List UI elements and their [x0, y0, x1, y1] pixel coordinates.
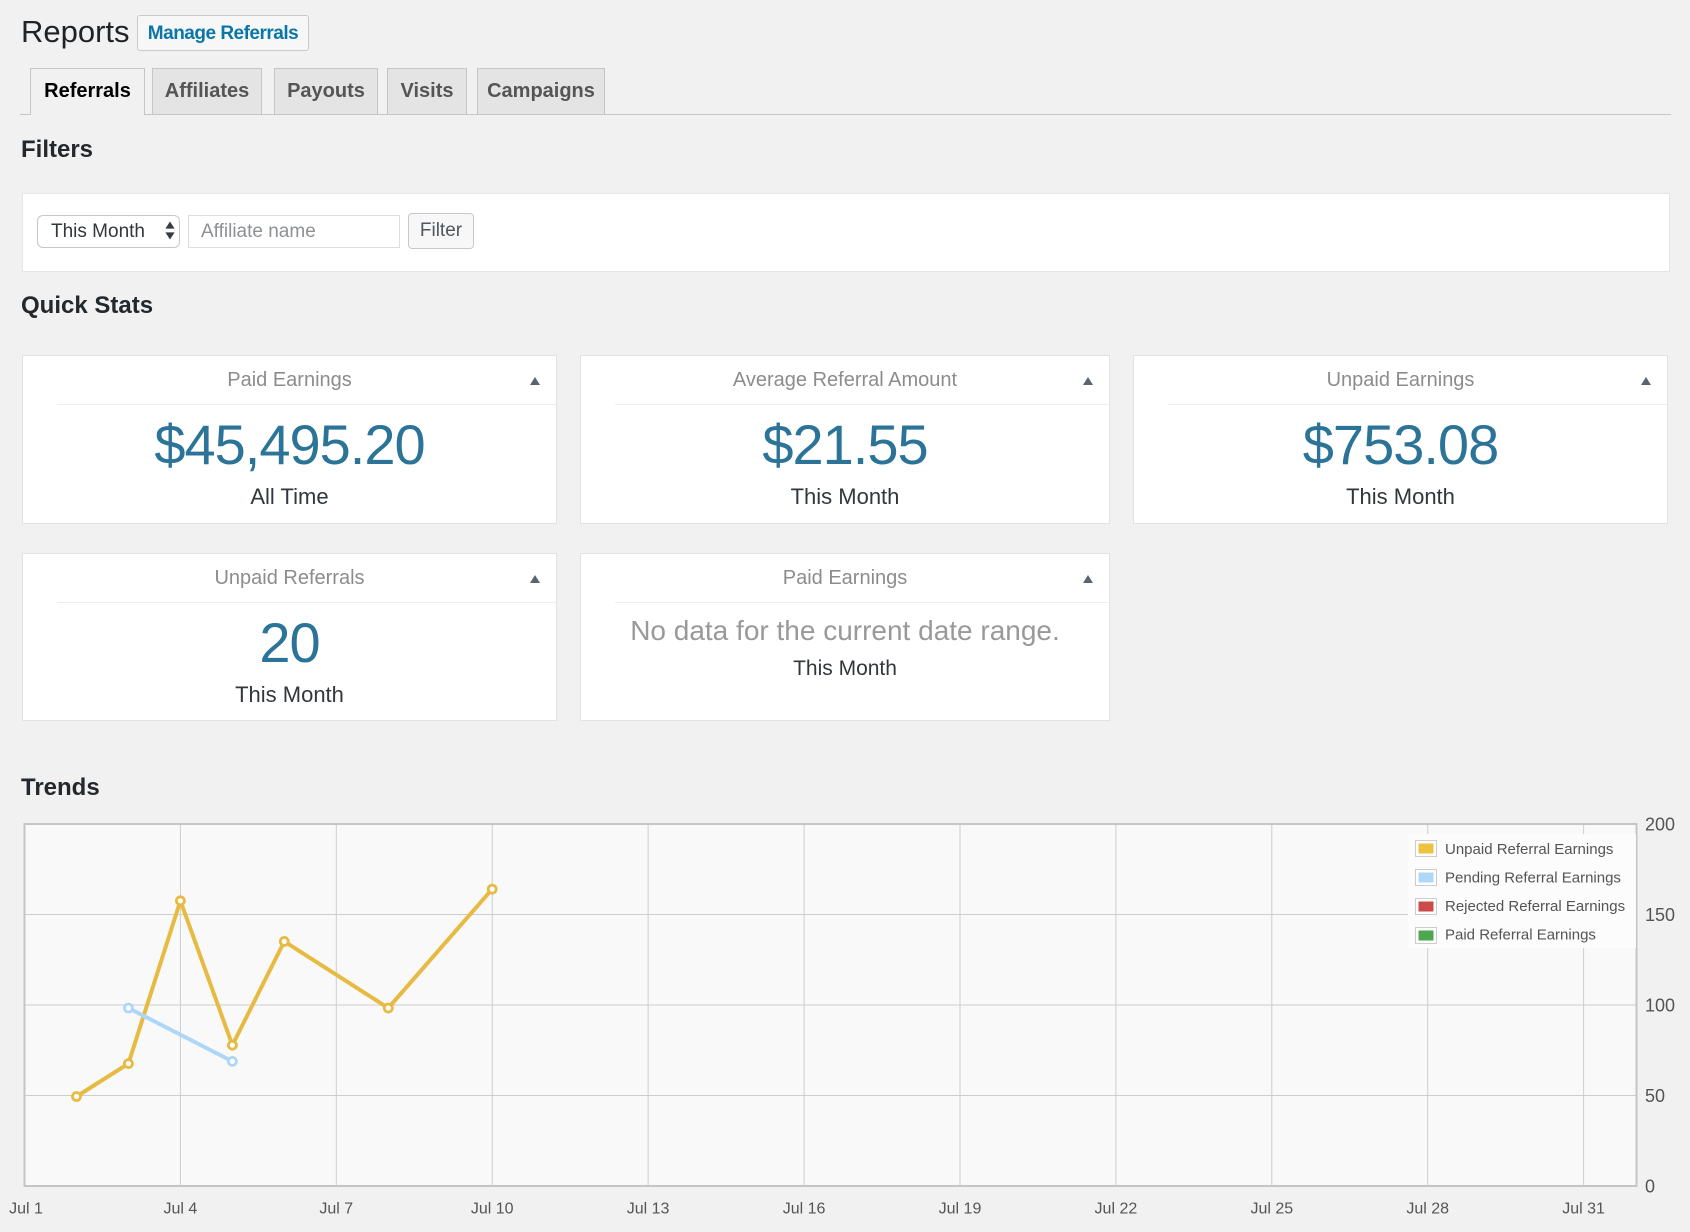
svg-text:Paid Referral Earnings: Paid Referral Earnings	[1445, 927, 1596, 944]
svg-text:Jul 13: Jul 13	[627, 1201, 670, 1218]
svg-text:Jul 10: Jul 10	[471, 1201, 514, 1218]
svg-text:100: 100	[1645, 996, 1675, 1016]
svg-text:150: 150	[1645, 905, 1675, 925]
svg-text:Jul 1: Jul 1	[9, 1201, 43, 1218]
svg-text:0: 0	[1645, 1177, 1655, 1197]
svg-text:Jul 31: Jul 31	[1562, 1201, 1605, 1218]
svg-text:Jul 28: Jul 28	[1406, 1201, 1449, 1218]
svg-text:Jul 22: Jul 22	[1095, 1201, 1138, 1218]
svg-text:50: 50	[1645, 1086, 1665, 1106]
svg-text:Jul 16: Jul 16	[783, 1201, 826, 1218]
svg-text:Jul 19: Jul 19	[939, 1201, 982, 1218]
svg-text:Jul 25: Jul 25	[1250, 1201, 1293, 1218]
svg-text:200: 200	[1645, 815, 1675, 835]
svg-text:Unpaid Referral Earnings: Unpaid Referral Earnings	[1445, 841, 1613, 858]
svg-text:Rejected Referral Earnings: Rejected Referral Earnings	[1445, 898, 1625, 915]
svg-text:Pending Referral Earnings: Pending Referral Earnings	[1445, 870, 1621, 887]
svg-text:Jul 7: Jul 7	[319, 1201, 353, 1218]
svg-text:Jul 4: Jul 4	[164, 1201, 198, 1218]
